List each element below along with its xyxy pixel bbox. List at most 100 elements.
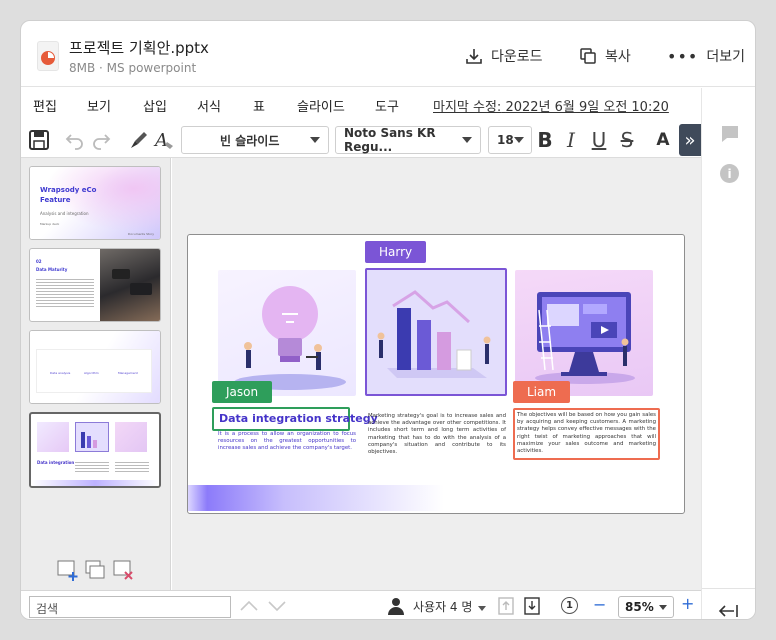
file-meta: 8MB · MS powerpoint — [69, 61, 197, 75]
info-icon[interactable]: i — [720, 164, 739, 183]
thumb1-foot: Markup deck — [40, 222, 60, 226]
thumb3-label-3: Management — [118, 371, 138, 375]
slide-thumbnail-3[interactable]: Data analysis Algorithm Management — [29, 330, 161, 404]
document-viewer-window: 프로젝트 기획안.pptx 8MB · MS powerpoint 다운로드 복… — [20, 20, 756, 620]
download-button[interactable]: 다운로드 — [465, 45, 543, 67]
status-bar: 검색 사용자 4 명 1 − 85% + — [21, 590, 701, 619]
thumb2-text-lines — [36, 277, 94, 307]
italic-button[interactable]: I — [559, 128, 583, 152]
copy-label: 복사 — [605, 49, 631, 65]
thumb3-label-1: Data analysis — [50, 371, 71, 375]
delete-slide-icon[interactable] — [113, 560, 135, 586]
last-modified-label: 마지막 수정: — [433, 100, 502, 115]
font-size-value: 18 — [497, 133, 514, 147]
layout-select-value: 빈 슬라이드 — [220, 133, 280, 148]
thumb1-subtitle: Analysis and integration — [40, 211, 89, 216]
bold-button[interactable]: B — [533, 128, 557, 152]
bar-chart-illustration — [365, 268, 507, 396]
menu-slide[interactable]: 슬라이드 — [297, 96, 345, 115]
powerpoint-file-icon — [37, 41, 59, 71]
collaborator-tag-jason: Jason — [212, 381, 273, 403]
text-style-button[interactable]: A — [651, 128, 675, 152]
copy-icon — [580, 48, 596, 64]
chevron-down-icon — [310, 137, 320, 143]
redo-icon[interactable] — [89, 128, 113, 152]
thumb1-corner: Documents Story — [128, 232, 154, 236]
current-slide[interactable]: Harry Jason Liam Data integration strate… — [187, 234, 685, 514]
users-icon — [388, 598, 404, 615]
underline-button[interactable]: U — [587, 128, 611, 152]
search-next-icon[interactable] — [267, 597, 287, 619]
file-header: 프로젝트 기획안.pptx 8MB · MS powerpoint 다운로드 복… — [21, 21, 755, 87]
slide-thumbnail-1[interactable]: Wrapsody eCo Feature Analysis and integr… — [29, 166, 161, 240]
collapse-panel-icon[interactable] — [718, 602, 740, 619]
download-page-icon[interactable] — [523, 596, 541, 619]
collaborator-tag-liam: Liam — [513, 381, 571, 403]
download-icon — [466, 49, 482, 64]
collaborator-tag-harry: Harry — [365, 241, 427, 263]
menu-insert[interactable]: 삽입 — [143, 96, 167, 115]
thumb1-title: Wrapsody eCo Feature — [40, 186, 97, 204]
menu-edit[interactable]: 편집 — [33, 96, 57, 115]
monitor-illustration — [515, 270, 653, 396]
copy-button[interactable]: 복사 — [579, 45, 631, 67]
format-toolbar: A 빈 슬라이드 Noto Sans KR Regu... 18 B I U S… — [21, 122, 701, 158]
font-family-value: Noto Sans KR Regu... — [344, 126, 436, 154]
middle-paragraph[interactable]: Marketing strategy's goal is to increase… — [368, 413, 506, 456]
format-painter-icon[interactable] — [127, 128, 151, 152]
users-dropdown[interactable]: 사용자 4 명 — [387, 596, 487, 616]
rail-divider — [702, 588, 755, 589]
slide-gradient-band — [188, 485, 508, 511]
zoom-value: 85% — [625, 600, 654, 614]
slide-canvas: Harry Jason Liam Data integration strate… — [172, 158, 701, 590]
font-family-select[interactable]: Noto Sans KR Regu... — [335, 126, 481, 154]
more-label: 더보기 — [706, 49, 745, 65]
thumb3-label-2: Algorithm — [84, 371, 99, 375]
slide-heading[interactable]: Data integration strategy — [219, 412, 378, 425]
duplicate-slide-icon[interactable] — [85, 560, 107, 586]
chevron-down-icon — [462, 137, 472, 143]
more-button[interactable]: ••• 더보기 — [667, 45, 745, 67]
slide-thumbnail-panel: Wrapsody eCo Feature Analysis and integr… — [21, 158, 171, 590]
save-icon[interactable] — [27, 128, 51, 152]
comment-icon[interactable] — [720, 124, 740, 148]
search-prev-icon[interactable] — [239, 597, 259, 619]
chevron-down-icon — [478, 605, 487, 611]
users-count: 사용자 4 명 — [413, 599, 473, 614]
file-title: 프로젝트 기획안.pptx — [69, 39, 209, 57]
layout-select[interactable]: 빈 슬라이드 — [181, 126, 329, 154]
slide-thumbnail-4-selected[interactable]: Data integration strategy — [29, 412, 161, 488]
text-color-icon[interactable]: A — [153, 128, 177, 152]
zoom-in-button[interactable]: + — [681, 594, 694, 613]
undo-icon[interactable] — [63, 128, 87, 152]
menubar: 편집 보기 삽입 서식 표 슬라이드 도구 마지막 수정: 2022년 6월 9… — [21, 88, 701, 122]
menu-tools[interactable]: 도구 — [375, 96, 399, 115]
menu-format[interactable]: 서식 — [197, 96, 221, 115]
left-paragraph[interactable]: It is a process to allow an organization… — [218, 431, 356, 453]
more-dots-icon: ••• — [667, 46, 699, 66]
search-input[interactable]: 검색 — [29, 596, 231, 618]
zoom-reset-icon[interactable]: 1 — [561, 597, 578, 614]
lightbulb-illustration — [218, 270, 356, 396]
download-label: 다운로드 — [491, 49, 543, 65]
thumb2-number: 02 — [36, 259, 42, 264]
slide-thumbnail-2[interactable]: 02 Data Maturity — [29, 248, 161, 322]
add-slide-icon[interactable] — [57, 560, 79, 586]
thumb2-title: Data Maturity — [36, 267, 68, 272]
menu-table[interactable]: 표 — [253, 96, 265, 115]
menu-view[interactable]: 보기 — [87, 96, 111, 115]
chevron-down-icon — [513, 137, 524, 143]
right-paragraph[interactable]: The objectives will be based on how you … — [517, 412, 656, 455]
upload-icon[interactable] — [497, 596, 515, 619]
svg-text:A: A — [153, 130, 168, 151]
thumb2-photo — [100, 249, 160, 321]
toolbar-expand-button[interactable]: » — [679, 124, 701, 156]
chevron-down-icon — [659, 604, 667, 610]
strikethrough-button[interactable]: S — [615, 128, 639, 152]
last-modified-value: 2022년 6월 9일 오전 10:20 — [505, 100, 669, 115]
font-size-select[interactable]: 18 — [488, 126, 532, 154]
zoom-out-button[interactable]: − — [593, 595, 606, 614]
zoom-select[interactable]: 85% — [618, 596, 674, 618]
right-rail: i — [701, 88, 755, 619]
last-modified[interactable]: 마지막 수정: 2022년 6월 9일 오전 10:20 — [433, 96, 669, 115]
